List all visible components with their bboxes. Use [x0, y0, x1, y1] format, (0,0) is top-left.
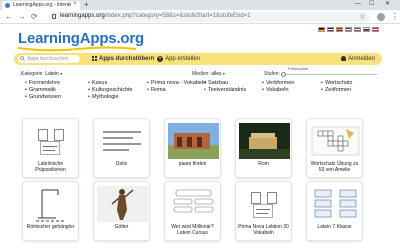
browser-tab-strip: LearningApps.org - interaktive u... × + …	[0, 0, 400, 10]
app-tile[interactable]: Latein 7.Klasse	[306, 181, 363, 241]
category-link[interactable]: Roma	[147, 87, 166, 93]
quiz-illustration	[173, 189, 214, 213]
app-title: Römischer gehängter	[26, 224, 75, 230]
app-title: Wortschatz Übung zu 53 von Amelie	[310, 161, 359, 173]
app-tile[interactable]: paare finden	[164, 118, 221, 178]
category-link[interactable]: Formenlehre	[25, 80, 60, 86]
tab-title: LearningApps.org - interaktive u...	[13, 2, 71, 8]
category-link[interactable]: Zeitformen	[321, 87, 351, 93]
language-flag-icon[interactable]	[327, 27, 334, 32]
app-title: Lateinische Präpositionen	[35, 161, 66, 173]
app-thumbnail	[310, 123, 361, 159]
category-filter[interactable]: Kategorie: Latein ▾	[21, 71, 62, 77]
photo-statue	[97, 186, 148, 222]
close-window-button[interactable]: ✕	[385, 0, 390, 9]
app-tile[interactable]: Wortschatz Übung zu 53 von Amelie	[306, 118, 363, 178]
app-thumbnail	[310, 186, 361, 222]
language-flag-icon[interactable]	[354, 27, 361, 32]
reload-button[interactable]: ⟳	[31, 11, 38, 23]
language-flag-icon[interactable]	[345, 27, 352, 32]
app-title: Rom	[258, 161, 269, 167]
app-tile[interactable]: Dativ	[93, 118, 150, 178]
bookmark-star-icon[interactable]: ☆	[359, 12, 366, 22]
new-tab-button[interactable]: +	[84, 0, 89, 9]
app-title: Dativ	[115, 161, 128, 167]
photo-roman-ruins	[168, 123, 219, 159]
app-thumbnail	[239, 186, 290, 222]
category-link[interactable]: Prima nova - Vokabeln	[147, 80, 206, 86]
category-link[interactable]: Textverständnis	[204, 87, 246, 93]
profile-avatar[interactable]	[377, 13, 385, 21]
search-placeholder: Apps durchsuchen	[27, 56, 69, 62]
category-link[interactable]: Grammatik	[25, 87, 56, 93]
app-title: Latein 7.Klasse	[317, 224, 352, 230]
language-flag-icon[interactable]	[372, 27, 379, 32]
app-tile[interactable]: Lateinische Präpositionen	[22, 118, 79, 178]
level-slider-handle[interactable]	[281, 72, 286, 77]
level-caption: Primarstufe	[288, 66, 309, 71]
category-link[interactable]: Vokabeln	[262, 87, 289, 93]
level-label: Stufen:	[264, 71, 280, 77]
category-link[interactable]: Grundwissen	[25, 94, 61, 100]
lock-icon	[52, 14, 56, 19]
search-field[interactable]: Apps durchsuchen	[18, 55, 80, 63]
user-icon	[341, 56, 346, 61]
logo-text[interactable]: LearningApps.org	[18, 30, 144, 47]
photo-rome-night	[239, 123, 290, 159]
minimize-button[interactable]: —	[355, 0, 361, 9]
app-thumbnail	[26, 123, 77, 159]
app-thumbnail	[97, 123, 148, 159]
browser-tab[interactable]: LearningApps.org - interaktive u... ×	[2, 1, 80, 10]
plus-icon: +	[157, 56, 163, 62]
chevron-down-icon: ▾	[60, 71, 63, 76]
app-title: paare finden	[178, 161, 207, 167]
app-thumbnail	[239, 123, 290, 159]
app-tile[interactable]: Götter	[93, 181, 150, 241]
app-tile[interactable]: Rom	[235, 118, 292, 178]
media-filter[interactable]: Medien: alles ▾	[192, 71, 225, 77]
app-tile[interactable]: Wer wird Millionär? Latein Cursus	[164, 181, 221, 241]
browse-apps-button[interactable]: Apps durchstöbern	[92, 53, 154, 65]
url-text: learningapps.org/index.php?category=58&s…	[60, 13, 251, 19]
back-button[interactable]: ←	[5, 11, 13, 23]
forward-button[interactable]: →	[18, 11, 26, 23]
app-tile[interactable]: Prima Nova Lektion 30 Vokabeln	[235, 181, 292, 241]
category-link[interactable]: Kasus	[88, 80, 107, 86]
chevron-down-icon: ▾	[222, 71, 225, 76]
category-link[interactable]: Satzbau	[204, 80, 228, 86]
favicon-icon	[5, 3, 10, 8]
app-thumbnail	[168, 123, 219, 159]
browser-toolbar: ← → ⟳ learningapps.org/index.php?categor…	[0, 10, 400, 24]
browser-menu-icon[interactable]: ⋮	[391, 11, 399, 23]
login-button[interactable]: Anmelden	[341, 53, 375, 65]
app-title: Prima Nova Lektion 30 Vokabeln	[238, 224, 289, 236]
category-link[interactable]: Kulturgeschichte	[88, 87, 133, 93]
app-title: Götter	[114, 224, 129, 230]
language-flag-icon[interactable]	[318, 27, 325, 32]
tab-close-button[interactable]: ×	[73, 1, 77, 7]
matching-illustration	[314, 189, 357, 218]
language-flag-icon[interactable]	[363, 27, 370, 32]
grid-icon	[92, 56, 97, 61]
category-link[interactable]: Mythologie	[88, 94, 119, 100]
app-title: Wer wird Millionär? Latein Cursus	[171, 224, 214, 236]
app-thumbnail	[97, 186, 148, 222]
crossword-illustration	[311, 126, 360, 156]
app-tile[interactable]: Römischer gehängter	[22, 181, 79, 241]
address-bar[interactable]: learningapps.org/index.php?category=58&s…	[48, 12, 370, 22]
app-thumbnail	[168, 186, 219, 222]
category-link[interactable]: Verbformen	[262, 80, 294, 86]
hangman-illustration	[36, 189, 64, 222]
create-app-button[interactable]: + App erstellen	[157, 53, 200, 65]
maximize-button[interactable]: ☐	[369, 0, 374, 9]
language-flag-icon[interactable]	[336, 27, 343, 32]
level-slider-track[interactable]	[283, 74, 377, 75]
category-link[interactable]: Wortschatz	[321, 80, 352, 86]
search-icon	[20, 56, 25, 61]
app-thumbnail	[26, 186, 77, 222]
